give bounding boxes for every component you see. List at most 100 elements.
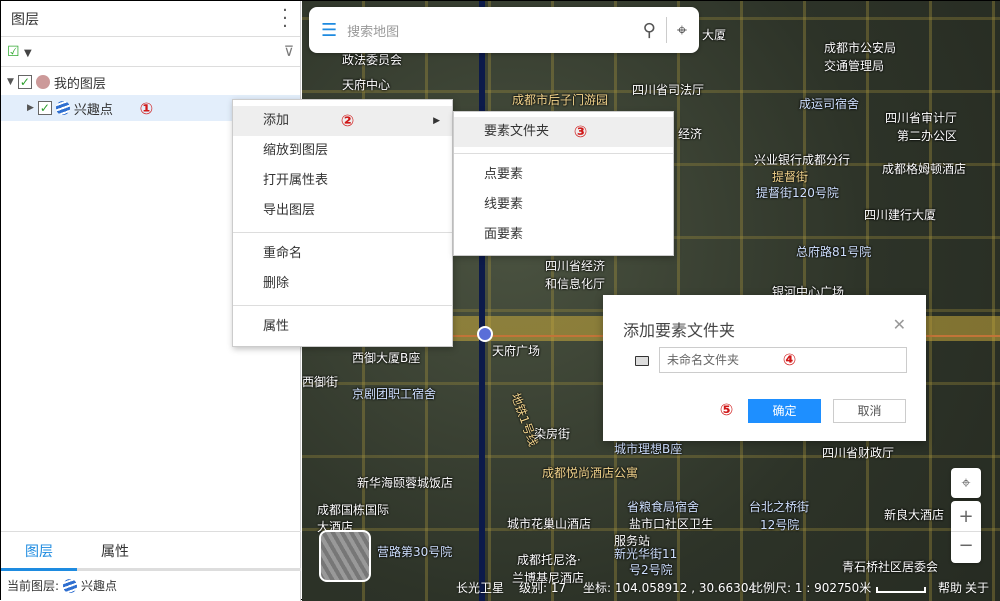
map-label: 成运司宿舍 [799,97,860,111]
checklist-dropdown-icon[interactable]: ☑ ▼ [7,44,32,60]
current-layer-label: 当前图层: [7,579,60,593]
tab-layers[interactable]: 图层 [1,532,77,571]
menu-item-rename[interactable]: 重命名 [233,239,452,269]
cancel-button[interactable]: 取消 [833,399,906,423]
map-label: 新光华街11 [614,547,678,561]
checkbox[interactable]: ✓ [37,101,52,115]
submenu-item-feature-folder[interactable]: 要素文件夹 ③ [454,117,673,147]
layer-globe-icon [55,101,70,115]
filter-icon[interactable]: ⊽ [284,44,294,60]
map-label: 省粮食局宿舍 [627,500,700,514]
map-label: 台北之桥街 [749,500,810,514]
map-label: 四川省司法厅 [632,83,705,97]
divider [233,305,452,306]
map-label: 成都市公安局 [824,41,897,55]
map-label: 四川省财政厅 [822,446,895,460]
menu-item-properties[interactable]: 属性 [233,312,452,342]
map-label: 四川省经济 [545,259,606,273]
avatar-icon [35,75,50,89]
current-layer: 当前图层: 兴趣点 [7,577,117,594]
map-label: 成都国栋国际 [317,503,390,517]
folder-name-input[interactable]: 未命名文件夹 ④ [659,347,907,373]
map-label: 成都格姆顿酒店 [882,162,967,176]
context-menu: 添加 ② ▶ 缩放到图层 打开属性表 导出图层 重命名 删除 属性 [232,99,453,347]
imagery-source: 长光卫星 [456,581,505,595]
map-label: 第二办公区 [897,129,958,143]
map-label: 营路第30号院 [377,545,453,559]
menu-item-export-layer[interactable]: 导出图层 [233,196,452,226]
metro-station-icon [477,326,493,342]
submenu: 要素文件夹 ③ 点要素 线要素 面要素 [453,111,674,256]
close-icon[interactable]: ✕ [893,315,906,334]
search-icon[interactable]: ⚲ [643,20,656,41]
panel-header: 图层 · · · [1,1,300,37]
map-label: 新华海颐蓉城饭店 [357,476,454,490]
map-label: 京剧团职工宿舍 [352,387,437,401]
divider [454,153,673,154]
menu-item-open-attribute-table[interactable]: 打开属性表 [233,166,452,196]
map-label: 交通管理局 [824,59,885,73]
map-label: 成都托尼洛· [517,553,581,567]
zoom-in-button[interactable]: + [951,501,981,532]
map-label: 盐市口社区卫生 [629,517,714,531]
menu-item-zoom-to-layer[interactable]: 缩放到图层 [233,136,452,166]
zoom-controls: + − [951,501,981,563]
checkbox[interactable]: ✓ [17,75,32,89]
vertical-dots-icon[interactable]: · · · [280,1,290,35]
locate-button[interactable]: ⌖ [951,468,981,498]
map-label: 天府广场 [492,344,541,358]
current-layer-value: 兴趣点 [81,579,118,593]
map-label: 城市花巢山酒店 [507,517,592,531]
map-label: 号2号院 [629,563,673,577]
zoom-out-button[interactable]: − [951,532,981,563]
ok-button[interactable]: 确定 [748,399,821,423]
map-label: 城市理想B座 [614,442,683,456]
expand-right-icon[interactable]: ▶ [27,103,34,113]
submenu-arrow-icon: ▶ [433,116,440,126]
basemap-switcher-thumbnail[interactable] [319,530,371,582]
submenu-item-point[interactable]: 点要素 [454,160,673,190]
tree-item-my-layers[interactable]: ▼ ✓ 我的图层 [1,69,300,95]
divider [233,232,452,233]
map-label: 大厦 [702,28,727,42]
map-label: 青石桥社区居委会 [842,560,939,574]
map-label: 提督街 [772,170,809,184]
map-label: 总府路81号院 [796,245,872,259]
map-label: 新良大酒店 [884,508,945,522]
map-label: 染房街 [534,427,571,441]
panel-tabs: 图层 属性 [1,531,301,571]
map-label: 提督街120号院 [756,186,839,200]
scale-ratio: 比例尺: 1 : 9027 [751,581,845,595]
step-badge: ① [139,98,154,118]
location-pin-icon[interactable]: ⌖ [677,20,687,41]
help-link[interactable]: 帮助 [938,579,962,596]
map-label: 成都市后子门游园 [512,93,609,107]
layer-globe-icon [63,578,78,593]
map-label: 成都悦尚酒店公寓 [542,466,639,480]
map-label: 四川省审计厅 [885,111,958,125]
map-label: 西御大厦B座 [352,351,421,365]
map-label: 经济 [678,127,703,141]
about-link[interactable]: 关于 [965,579,989,596]
tab-properties[interactable]: 属性 [77,532,153,568]
submenu-item-line[interactable]: 线要素 [454,190,673,220]
step-badge: ③ [573,121,588,141]
map-label: 西御街 [302,375,339,389]
search-bar: ☰ 搜索地图 ⚲ ⌖ [309,7,699,53]
menu-item-delete[interactable]: 删除 [233,269,452,299]
search-input[interactable]: 搜索地图 [347,21,633,40]
map-label: 四川建行大厦 [864,208,937,222]
tree-label: 我的图层 [53,76,106,92]
map-label: 天府中心 [342,78,391,92]
step-badge: ② [340,110,355,130]
panel-toolbar: ☑ ▼ ⊽ [1,37,300,67]
expand-down-icon[interactable]: ▼ [7,77,14,87]
folder-icon [635,356,649,366]
add-feature-folder-dialog: 添加要素文件夹 ✕ 未命名文件夹 ④ ⑤ 确定 取消 [603,295,926,441]
menu-item-add[interactable]: 添加 ② ▶ [233,106,452,136]
divider [665,17,667,43]
submenu-item-polygon[interactable]: 面要素 [454,220,673,250]
dialog-title: 添加要素文件夹 [623,321,736,340]
menu-icon[interactable]: ☰ [321,20,337,41]
map-label: 政法委员会 [342,53,403,67]
